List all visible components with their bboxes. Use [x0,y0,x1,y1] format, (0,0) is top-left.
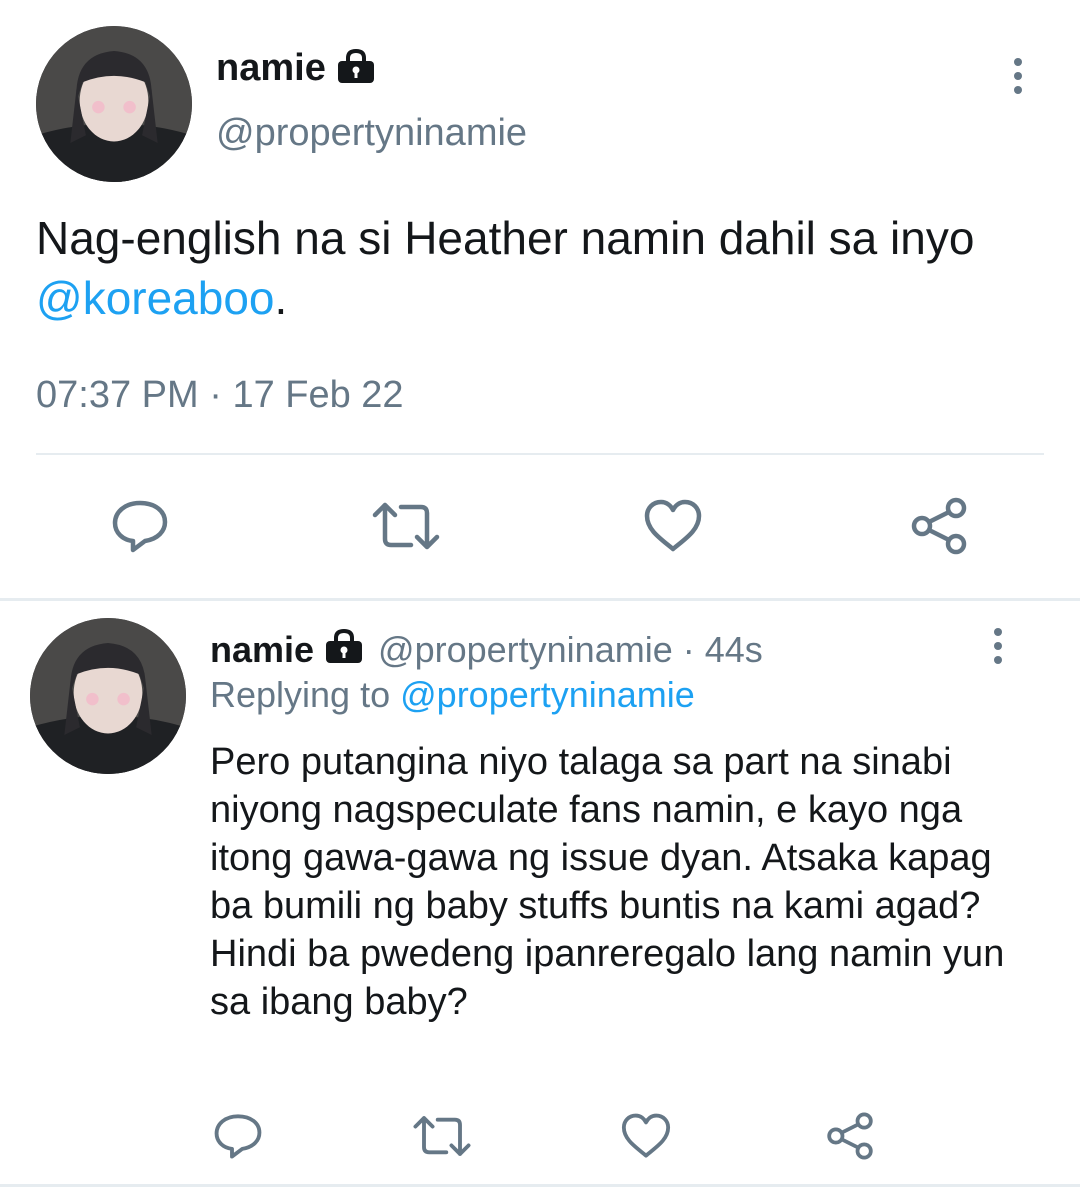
meta-separator: · [209,374,222,416]
reply-avatar[interactable] [30,618,186,774]
handle[interactable]: @propertyninamie [216,112,527,155]
like-button[interactable] [640,496,706,556]
avatar[interactable] [36,26,192,182]
reply-text: Pero putangina niyo talaga sa part na si… [210,741,1005,1023]
reply-icon [214,1114,262,1159]
author-row: namie [216,44,376,92]
reply-author-row: namie @propertyninamie · 44s [210,626,763,674]
share-icon [911,497,967,555]
reply-display-name[interactable]: namie [210,629,314,671]
divider [36,453,1044,455]
like-icon [621,1113,671,1158]
like-button[interactable] [618,1110,674,1162]
reply-button[interactable] [108,494,172,558]
retweet-icon [372,502,440,550]
share-button[interactable] [906,494,972,558]
lock-icon [336,48,376,89]
tweet-date[interactable]: 17 Feb 22 [232,374,403,416]
reply-age: · 44s [682,629,763,670]
tweet-text-body: Nag-english na si Heather namin dahil sa… [36,212,975,264]
tweet-text-end: . [274,272,288,324]
replying-label: Replying to [210,674,391,715]
tweet-text: Nag-english na si Heather namin dahil sa… [36,208,1046,328]
timestamp-row: 07:37 PM · 17 Feb 22 [36,374,404,417]
replying-to: Replying to @propertyninamie [210,674,695,716]
reply-icon [112,500,168,553]
more-icon[interactable] [1010,58,1026,94]
bottom-divider [0,1184,1080,1187]
share-button[interactable] [822,1108,878,1164]
retweet-button[interactable] [410,1110,474,1162]
tweet-time[interactable]: 07:37 PM [36,374,199,416]
retweet-icon [413,1116,471,1156]
retweet-button[interactable] [370,496,442,556]
share-icon [827,1112,873,1160]
reply-handle[interactable]: @propertyninamie [378,629,673,671]
mention-link[interactable]: @koreaboo [36,272,275,324]
like-icon [644,499,702,552]
section-divider [0,598,1080,601]
more-icon[interactable] [990,628,1006,664]
display-name[interactable]: namie [216,47,326,90]
lock-icon [324,628,364,673]
replying-mention[interactable]: @propertyninamie [400,674,695,715]
reply-button[interactable] [210,1108,266,1164]
